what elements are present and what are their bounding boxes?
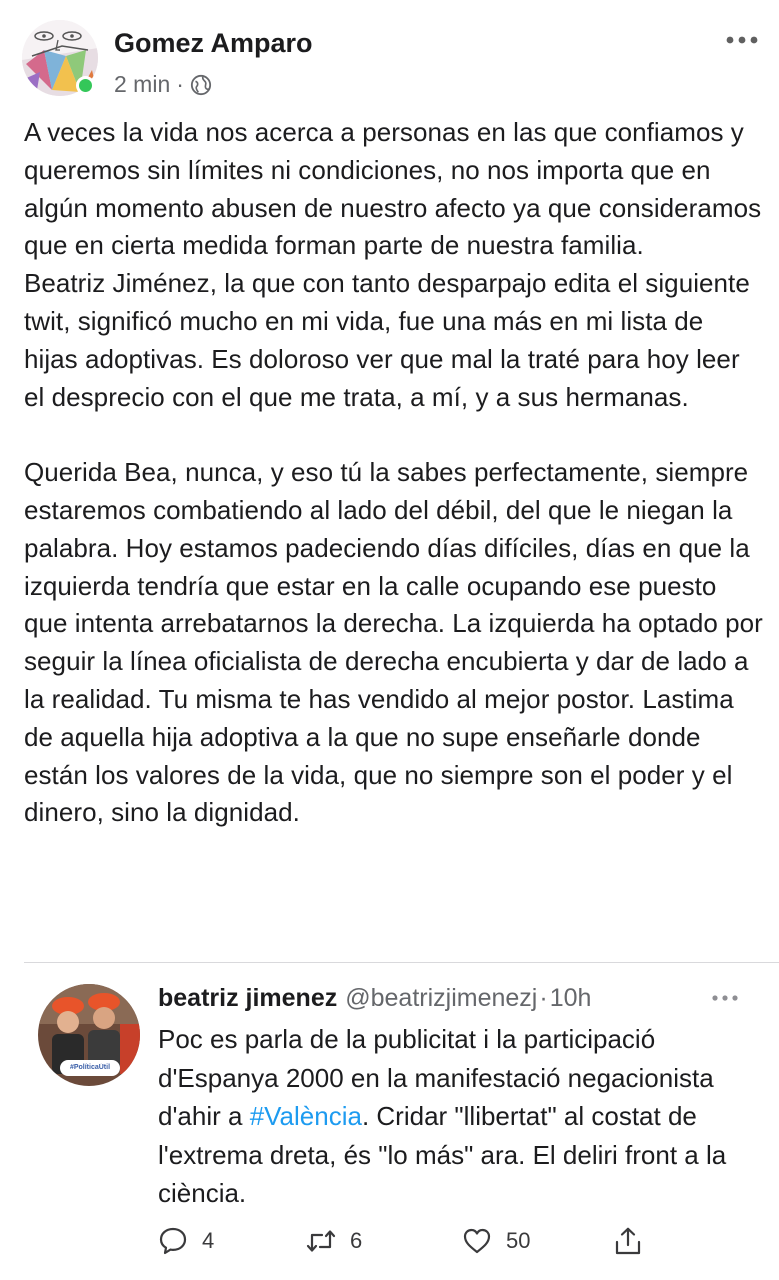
tweet-actions: 4 6 50: [158, 1226, 758, 1258]
tweet-author-name[interactable]: beatriz jimenez: [158, 984, 337, 1013]
reply-icon: [159, 1227, 187, 1255]
meta-separator: ·: [176, 71, 184, 97]
share-button[interactable]: [613, 1226, 657, 1256]
reply-count: 4: [202, 1228, 215, 1253]
tweet-header: beatriz jimenez @beatrizjimenezj · 10h: [158, 984, 591, 1013]
post-time[interactable]: 2 min: [114, 71, 170, 98]
tweet-text: Poc es parla de la publicitat i la parti…: [158, 1020, 770, 1213]
tweet-avatar[interactable]: #PolíticaÚtil: [38, 984, 140, 1086]
like-button[interactable]: 50: [462, 1226, 530, 1256]
post-header: Gomez Amparo 2 min ·: [0, 0, 779, 110]
reply-button[interactable]: 4: [158, 1226, 214, 1256]
retweet-button[interactable]: 6: [306, 1226, 362, 1256]
tweet-hashtag-link[interactable]: #València: [250, 1101, 362, 1131]
like-count: 50: [506, 1228, 531, 1253]
avatar-badge: #PolíticaÚtil: [69, 1064, 111, 1071]
post-meta: 2 min ·: [114, 71, 212, 98]
retweet-icon: [306, 1230, 336, 1252]
tweet-author-handle[interactable]: @beatrizjimenezj: [345, 984, 537, 1013]
more-horizontal-icon[interactable]: [722, 30, 762, 50]
tweet-time[interactable]: 10h: [550, 984, 592, 1013]
post-author-name[interactable]: Gomez Amparo: [114, 28, 313, 59]
online-status-dot: [76, 76, 95, 95]
retweet-count: 6: [350, 1228, 363, 1253]
heart-icon: [463, 1228, 491, 1254]
post-body-text: A veces la vida nos acerca a personas en…: [24, 117, 763, 828]
tweet-separator: ·: [539, 984, 548, 1012]
share-icon: [615, 1227, 641, 1255]
more-horizontal-icon[interactable]: [710, 990, 740, 1006]
globe-icon: [190, 74, 212, 96]
quote-divider: [24, 962, 779, 963]
